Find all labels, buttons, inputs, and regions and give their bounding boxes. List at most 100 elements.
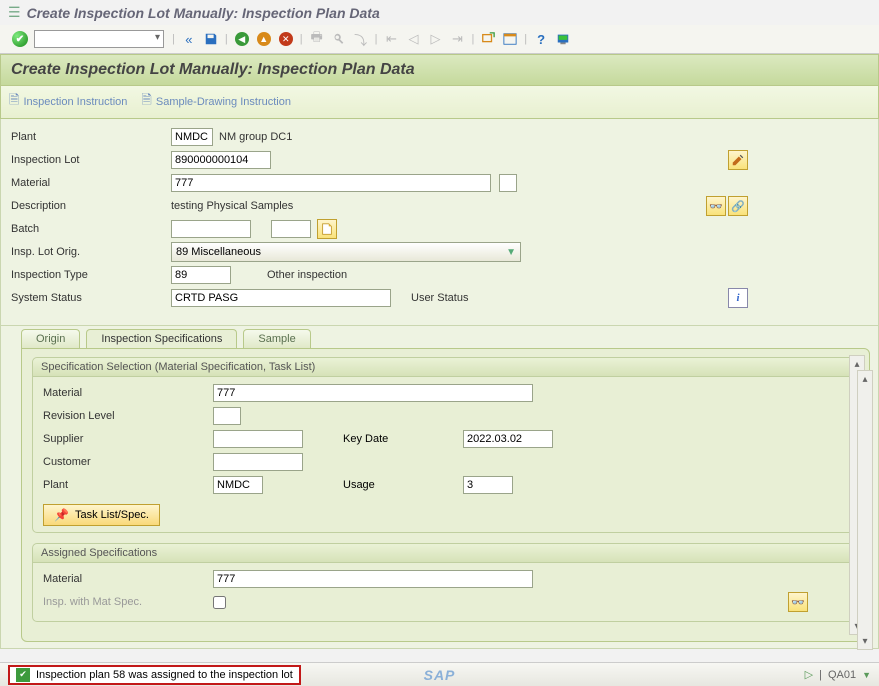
ss-customer-label: Customer bbox=[43, 456, 213, 468]
batch-field-2[interactable] bbox=[271, 220, 311, 238]
back-icon[interactable]: « bbox=[179, 29, 199, 49]
inspection-type-label: Inspection Type bbox=[11, 269, 171, 281]
material-aux-field[interactable] bbox=[499, 174, 517, 192]
task-list-spec-button[interactable]: 📌 Task List/Spec. bbox=[43, 504, 160, 526]
chevron-down-icon: ▼ bbox=[506, 247, 516, 258]
ss-keydate-field[interactable] bbox=[463, 430, 553, 448]
description-value: testing Physical Samples bbox=[171, 200, 293, 212]
sample-drawing-instruction-link[interactable]: 🗎 Sample-Drawing Instruction bbox=[141, 91, 291, 113]
material-label: Material bbox=[11, 177, 171, 189]
assigned-spec-title: Assigned Specifications bbox=[33, 544, 858, 563]
cancel-button[interactable]: ✕ bbox=[276, 29, 296, 49]
enter-button[interactable]: ✔ bbox=[12, 31, 28, 47]
last-page-icon: ⇥ bbox=[447, 29, 467, 49]
page-scrollbar[interactable]: ▴ ▾ bbox=[857, 370, 873, 650]
first-page-icon: ⇤ bbox=[381, 29, 401, 49]
ss-plant-label: Plant bbox=[43, 479, 213, 491]
main-toolbar: ✔ | « | ◀ ▲ ✕ | 🖶 ⤵ | ⇤ ◁ ▷ ⇥ | | ? bbox=[0, 25, 879, 54]
tab-body: Specification Selection (Material Specif… bbox=[21, 348, 870, 642]
tab-origin[interactable]: Origin bbox=[21, 329, 80, 348]
page-title-text: Create Inspection Lot Manually: Inspecti… bbox=[11, 61, 415, 78]
ss-customer-field[interactable] bbox=[213, 453, 303, 471]
separator: | bbox=[300, 33, 303, 45]
separator: | bbox=[471, 33, 474, 45]
tab-sample[interactable]: Sample bbox=[243, 329, 310, 348]
system-status-label: System Status bbox=[11, 292, 171, 304]
ss-material-field[interactable] bbox=[213, 384, 533, 402]
inspection-lot-label: Inspection Lot bbox=[11, 154, 171, 166]
ss-plant-field[interactable] bbox=[213, 476, 263, 494]
customize-icon[interactable] bbox=[553, 29, 573, 49]
user-status-label: User Status bbox=[411, 292, 468, 304]
as-material-field[interactable] bbox=[213, 570, 533, 588]
sample-drawing-instruction-label: Sample-Drawing Instruction bbox=[156, 96, 291, 108]
tcode-dropdown-icon[interactable]: ▼ bbox=[862, 670, 871, 680]
window-title-text: Create Inspection Lot Manually: Inspecti… bbox=[27, 5, 380, 21]
info-button[interactable]: i bbox=[728, 288, 748, 308]
link-button[interactable]: 🔗 bbox=[728, 196, 748, 216]
insp-lot-orig-label: Insp. Lot Orig. bbox=[11, 246, 171, 258]
find-icon bbox=[329, 29, 349, 49]
new-session-icon[interactable] bbox=[478, 29, 498, 49]
tab-label: Sample bbox=[258, 333, 295, 345]
separator: | bbox=[375, 33, 378, 45]
scroll-down-icon[interactable]: ▾ bbox=[858, 633, 872, 649]
inspection-instruction-label: Inspection Instruction bbox=[23, 96, 127, 108]
as-material-label: Material bbox=[43, 573, 213, 585]
scroll-up-icon[interactable]: ▴ bbox=[858, 371, 872, 387]
insp-lot-orig-dropdown[interactable]: 89 Miscellaneous ▼ bbox=[171, 242, 521, 262]
spec-selection-group: Specification Selection (Material Specif… bbox=[32, 357, 859, 533]
tabstrip: Origin Inspection Specifications Sample bbox=[21, 326, 870, 348]
find-next-icon: ⤵ bbox=[351, 29, 371, 49]
as-glasses-button[interactable]: 👓 bbox=[788, 592, 808, 612]
insp-lot-orig-value: 89 Miscellaneous bbox=[176, 246, 261, 258]
inspection-type-field[interactable] bbox=[171, 266, 231, 284]
separator: | bbox=[524, 33, 527, 45]
print-icon: 🖶 bbox=[307, 29, 327, 49]
tcode-text: QA01 bbox=[828, 669, 856, 681]
statusbar: ✔ Inspection plan 58 was assigned to the… bbox=[0, 662, 879, 686]
document-icon: 🗎 bbox=[141, 91, 151, 113]
edit-lot-button[interactable] bbox=[728, 150, 748, 170]
batch-label: Batch bbox=[11, 223, 171, 235]
status-message-box[interactable]: ✔ Inspection plan 58 was assigned to the… bbox=[8, 665, 301, 685]
statusbar-right: ▷ | QA01 ▼ bbox=[805, 668, 871, 681]
tab-inspection-specifications[interactable]: Inspection Specifications bbox=[86, 329, 237, 348]
pin-icon: 📌 bbox=[54, 508, 69, 522]
plant-field[interactable] bbox=[171, 128, 213, 146]
assigned-spec-group: Assigned Specifications Material Insp. w… bbox=[32, 543, 859, 622]
as-insp-mat-checkbox[interactable] bbox=[213, 596, 226, 609]
save-icon[interactable] bbox=[201, 29, 221, 49]
separator: | bbox=[172, 33, 175, 45]
inspection-lot-field[interactable] bbox=[171, 151, 271, 169]
window-menu-icon[interactable]: ☰ bbox=[8, 4, 21, 21]
batch-create-button[interactable] bbox=[317, 219, 337, 239]
sub-toolbar: 🗎 Inspection Instruction 🗎 Sample-Drawin… bbox=[0, 86, 879, 119]
tab-label: Origin bbox=[36, 333, 65, 345]
status-message-text: Inspection plan 58 was assigned to the i… bbox=[36, 669, 293, 681]
ss-revision-field[interactable] bbox=[213, 407, 241, 425]
system-status-field[interactable] bbox=[171, 289, 391, 307]
material-field[interactable] bbox=[171, 174, 491, 192]
batch-field-1[interactable] bbox=[171, 220, 251, 238]
back-button[interactable]: ◀ bbox=[232, 29, 252, 49]
exit-button[interactable]: ▲ bbox=[254, 29, 274, 49]
description-label: Description bbox=[11, 200, 171, 212]
ss-supplier-field[interactable] bbox=[213, 430, 303, 448]
ss-usage-field[interactable] bbox=[463, 476, 513, 494]
command-field[interactable] bbox=[34, 30, 164, 48]
task-list-spec-label: Task List/Spec. bbox=[75, 509, 149, 521]
as-insp-mat-label: Insp. with Mat Spec. bbox=[43, 596, 213, 608]
success-icon: ✔ bbox=[16, 668, 30, 682]
document-icon: 🗎 bbox=[9, 91, 19, 113]
ss-supplier-label: Supplier bbox=[43, 433, 213, 445]
spec-selection-title: Specification Selection (Material Specif… bbox=[33, 358, 858, 377]
separator: | bbox=[225, 33, 228, 45]
inspection-instruction-link[interactable]: 🗎 Inspection Instruction bbox=[9, 91, 127, 113]
nav-forward-icon[interactable]: ▷ bbox=[805, 668, 813, 681]
glasses-button[interactable]: 👓 bbox=[706, 196, 726, 216]
separator: | bbox=[819, 669, 822, 681]
help-icon[interactable]: ? bbox=[531, 29, 551, 49]
layout-icon[interactable] bbox=[500, 29, 520, 49]
ss-revision-label: Revision Level bbox=[43, 410, 213, 422]
